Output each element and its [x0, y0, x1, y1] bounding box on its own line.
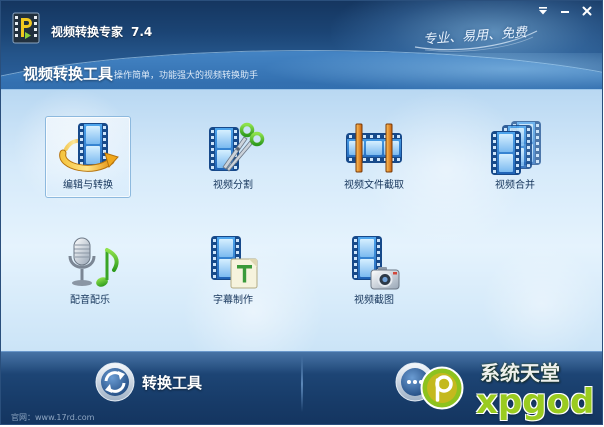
window-controls	[532, 4, 598, 18]
watermark-brand-en: xpgod	[476, 382, 595, 422]
app-title: 视频转换专家 7.4	[51, 23, 152, 40]
film-merge-icon	[491, 121, 541, 175]
film-trim-icon	[346, 123, 402, 173]
film-convert-icon	[59, 123, 119, 172]
app-name: 视频转换专家	[51, 25, 124, 39]
watermark-logo-icon	[420, 366, 464, 410]
app-version: 7.4	[131, 25, 153, 39]
menu-dropdown-button[interactable]	[532, 4, 554, 18]
close-icon	[582, 6, 592, 16]
header-band-highlight	[261, 53, 602, 89]
convert-tools-label: 转换工具	[142, 374, 203, 392]
tool-edit-convert[interactable]: 编辑与转换	[45, 116, 131, 198]
close-button[interactable]	[576, 4, 598, 18]
tool-label: 视频截图	[354, 295, 394, 306]
tool-dubbing-music[interactable]: 配音配乐	[47, 231, 133, 313]
menu-dropdown-icon	[539, 7, 547, 15]
tool-video-split[interactable]: 视频分割	[190, 116, 276, 198]
convert-tools-tab[interactable]: 转换工具	[93, 360, 273, 404]
film-scissors-icon	[209, 122, 265, 172]
tool-label: 编辑与转换	[63, 180, 113, 191]
minimize-icon	[561, 11, 569, 13]
tool-label: 视频文件截取	[344, 180, 404, 191]
tool-subtitle[interactable]: 字幕制作	[190, 231, 276, 313]
section-title: 视频转换工具	[23, 65, 114, 83]
minimize-button[interactable]	[554, 4, 576, 18]
film-camera-icon	[352, 236, 400, 290]
tool-panel: 编辑与转换 视频分割 视频文件截取 视频合并 配音配乐 字幕制作 视频截图	[1, 89, 602, 351]
tool-video-trim[interactable]: 视频文件截取	[331, 116, 417, 198]
website-link[interactable]: 官网：www.17rd.com	[11, 412, 94, 423]
tool-label: 视频合并	[495, 180, 535, 191]
tool-video-merge[interactable]: 视频合并	[472, 116, 558, 198]
title-bar: 视频转换专家 7.4 专业、易用、免费 视频转换工具 操作简单，功能强大的视频转…	[1, 1, 602, 89]
tool-screenshot[interactable]: 视频截图	[331, 231, 417, 313]
app-logo-icon	[12, 12, 40, 44]
tool-label: 配音配乐	[70, 295, 110, 306]
bottom-divider	[301, 356, 303, 412]
film-subtitle-icon	[211, 236, 258, 289]
tool-label: 字幕制作	[213, 295, 253, 306]
section-subtitle: 操作简单，功能强大的视频转换助手	[114, 71, 259, 81]
convert-arrows-icon	[95, 362, 135, 402]
microphone-music-icon	[68, 237, 119, 287]
tool-label: 视频分割	[213, 180, 253, 191]
